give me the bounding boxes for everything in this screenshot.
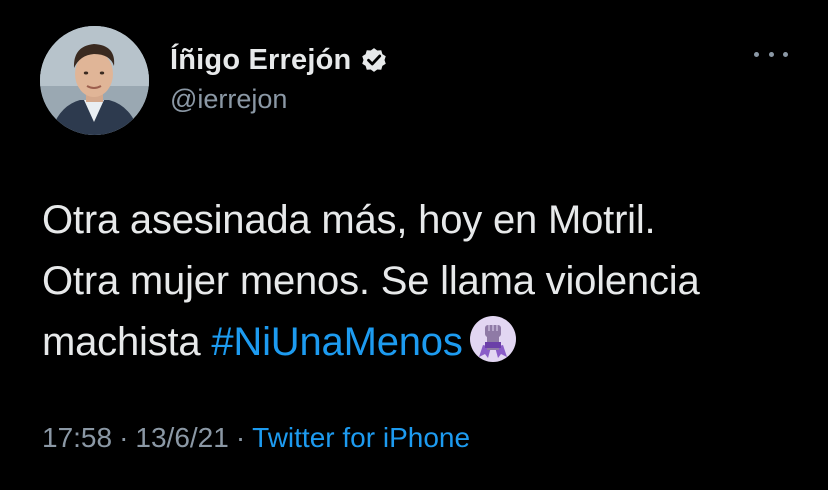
tweet-text: Otra asesinada más, hoy en Motril. Otra … bbox=[42, 190, 802, 373]
tweet-time: 17:58 bbox=[42, 422, 113, 453]
separator: · bbox=[119, 422, 129, 453]
tweet-date: 13/6/21 bbox=[135, 422, 229, 453]
raised-fist-purple-ribbon-icon bbox=[469, 315, 517, 363]
tweet-line-3-text: machista bbox=[42, 320, 212, 364]
verified-badge-icon bbox=[359, 45, 389, 75]
avatar[interactable] bbox=[40, 26, 149, 135]
tweet-card: Íñigo Errejón @ierrejon Otra asesinada m… bbox=[0, 0, 828, 490]
hashtag-link[interactable]: #NiUnaMenos bbox=[211, 320, 462, 364]
tweet-source-link[interactable]: Twitter for iPhone bbox=[252, 422, 470, 453]
tweet-line-3: machista #NiUnaMenos bbox=[42, 312, 802, 373]
separator: · bbox=[235, 422, 246, 453]
more-options-icon[interactable] bbox=[754, 46, 788, 62]
user-handle[interactable]: @ierrejon bbox=[170, 84, 287, 115]
display-name[interactable]: Íñigo Errejón bbox=[170, 44, 351, 77]
name-row: Íñigo Errejón bbox=[170, 40, 389, 80]
tweet-line-1: Otra asesinada más, hoy en Motril. bbox=[42, 198, 656, 242]
tweet-line-2: Otra mujer menos. Se llama violencia bbox=[42, 259, 700, 303]
tweet-metadata: 17:58 · 13/6/21 · Twitter for iPhone bbox=[42, 422, 470, 454]
